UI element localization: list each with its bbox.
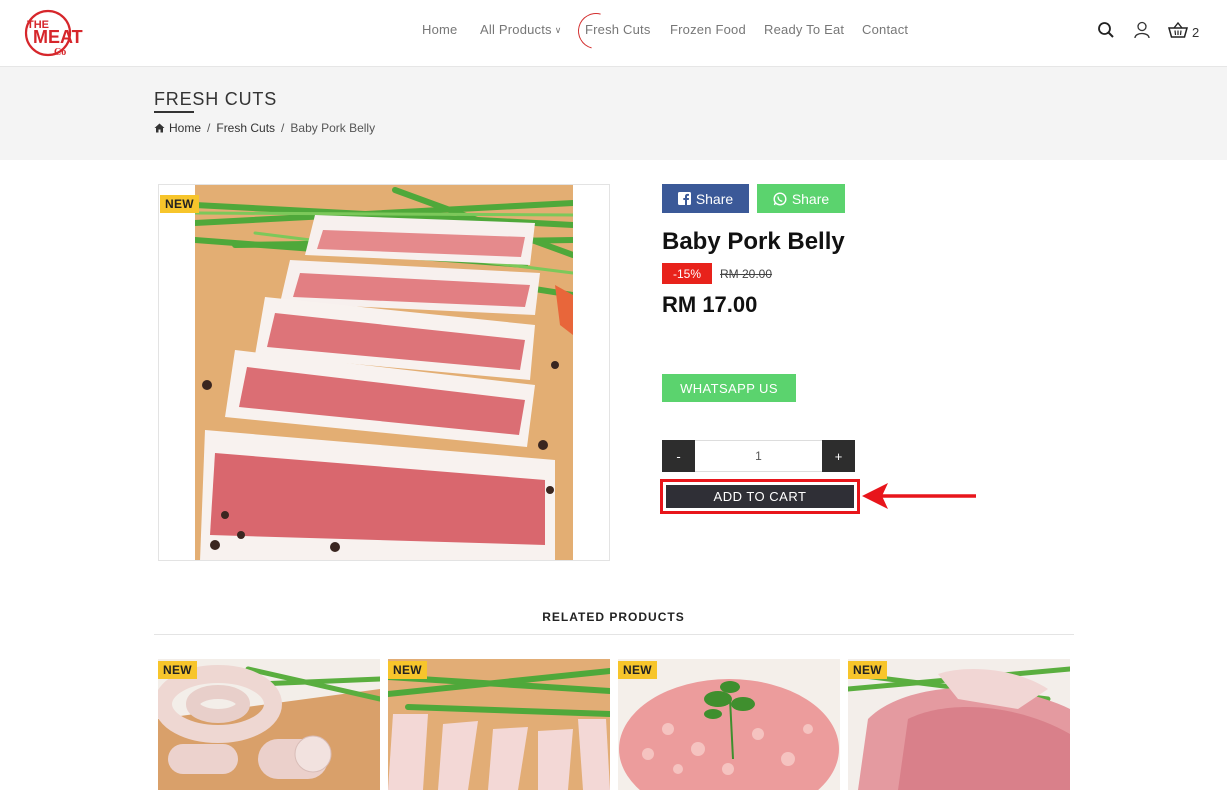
add-to-cart-button[interactable]: ADD TO CART	[666, 485, 854, 508]
new-badge: NEW	[158, 661, 197, 679]
related-divider	[154, 634, 1074, 635]
home-icon	[154, 123, 165, 133]
sale-price: RM 17.00	[662, 292, 758, 317]
main-nav: Home All Products ∨ Fresh Cuts Frozen Foo…	[0, 0, 1227, 60]
chevron-down-icon: ∨	[554, 25, 562, 35]
product-title: Baby Pork Belly	[662, 228, 845, 255]
product-photo[interactable]	[195, 185, 573, 561]
new-badge: NEW	[160, 195, 199, 213]
breadcrumb: Home / Fresh Cuts / Baby Pork Belly	[154, 121, 375, 135]
quantity-input[interactable]	[695, 441, 822, 471]
quantity-stepper: - +	[662, 440, 855, 472]
whatsapp-icon	[773, 191, 787, 206]
quantity-increase-button[interactable]: +	[822, 440, 855, 472]
nav-contact[interactable]: Contact	[862, 22, 908, 37]
cart-count-badge[interactable]: 2	[1192, 25, 1199, 40]
new-badge: NEW	[618, 661, 657, 679]
breadcrumb-current: Baby Pork Belly	[290, 121, 376, 135]
search-icon[interactable]	[1097, 21, 1115, 39]
new-badge: NEW	[388, 661, 427, 679]
breadcrumb-category[interactable]: Fresh Cuts	[216, 121, 275, 135]
nav-fresh-cuts[interactable]: Fresh Cuts	[585, 22, 651, 37]
facebook-share-button[interactable]: Share	[662, 184, 749, 213]
nav-all-products[interactable]: All Products ∨	[480, 22, 562, 37]
nav-frozen-food[interactable]: Frozen Food	[670, 22, 746, 37]
whatsapp-us-button[interactable]: WHATSAPP US	[662, 374, 796, 402]
breadcrumb-separator: /	[281, 121, 285, 135]
related-product-card[interactable]: NEW	[158, 659, 380, 790]
page-title-band: FRESH CUTS Home / Fresh Cuts / Baby Pork Bel…	[0, 67, 1227, 160]
breadcrumb-separator: /	[207, 121, 211, 135]
facebook-icon	[677, 192, 691, 205]
breadcrumb-home[interactable]: Home	[169, 121, 201, 135]
related-product-card[interactable]: NEW	[848, 659, 1070, 790]
discount-badge: -15%	[662, 263, 712, 284]
user-icon[interactable]	[1133, 21, 1151, 39]
basket-icon[interactable]	[1168, 21, 1188, 39]
related-product-card[interactable]: NEW	[618, 659, 840, 790]
page-title: FRESH CUTS	[154, 89, 278, 109]
original-price: RM 20.00	[720, 267, 773, 281]
nav-all-products-label: All Products	[480, 22, 552, 37]
facebook-share-label: Share	[695, 190, 734, 207]
whatsapp-share-label: Share	[791, 190, 830, 207]
nav-home[interactable]: Home	[422, 22, 457, 37]
related-products-title: RELATED PRODUCTS	[542, 610, 685, 624]
site-header: THE MEAT Co Home All Products ∨ Fresh Cut…	[0, 0, 1227, 67]
title-underline	[154, 111, 194, 113]
pointer-arrow-icon	[862, 483, 976, 509]
new-badge: NEW	[848, 661, 887, 679]
whatsapp-share-button[interactable]: Share	[757, 184, 845, 213]
related-product-card[interactable]: NEW	[388, 659, 610, 790]
nav-ready-to-eat[interactable]: Ready To Eat	[764, 22, 844, 37]
product-image-frame[interactable]: NEW	[158, 184, 610, 561]
quantity-decrease-button[interactable]: -	[662, 440, 695, 472]
